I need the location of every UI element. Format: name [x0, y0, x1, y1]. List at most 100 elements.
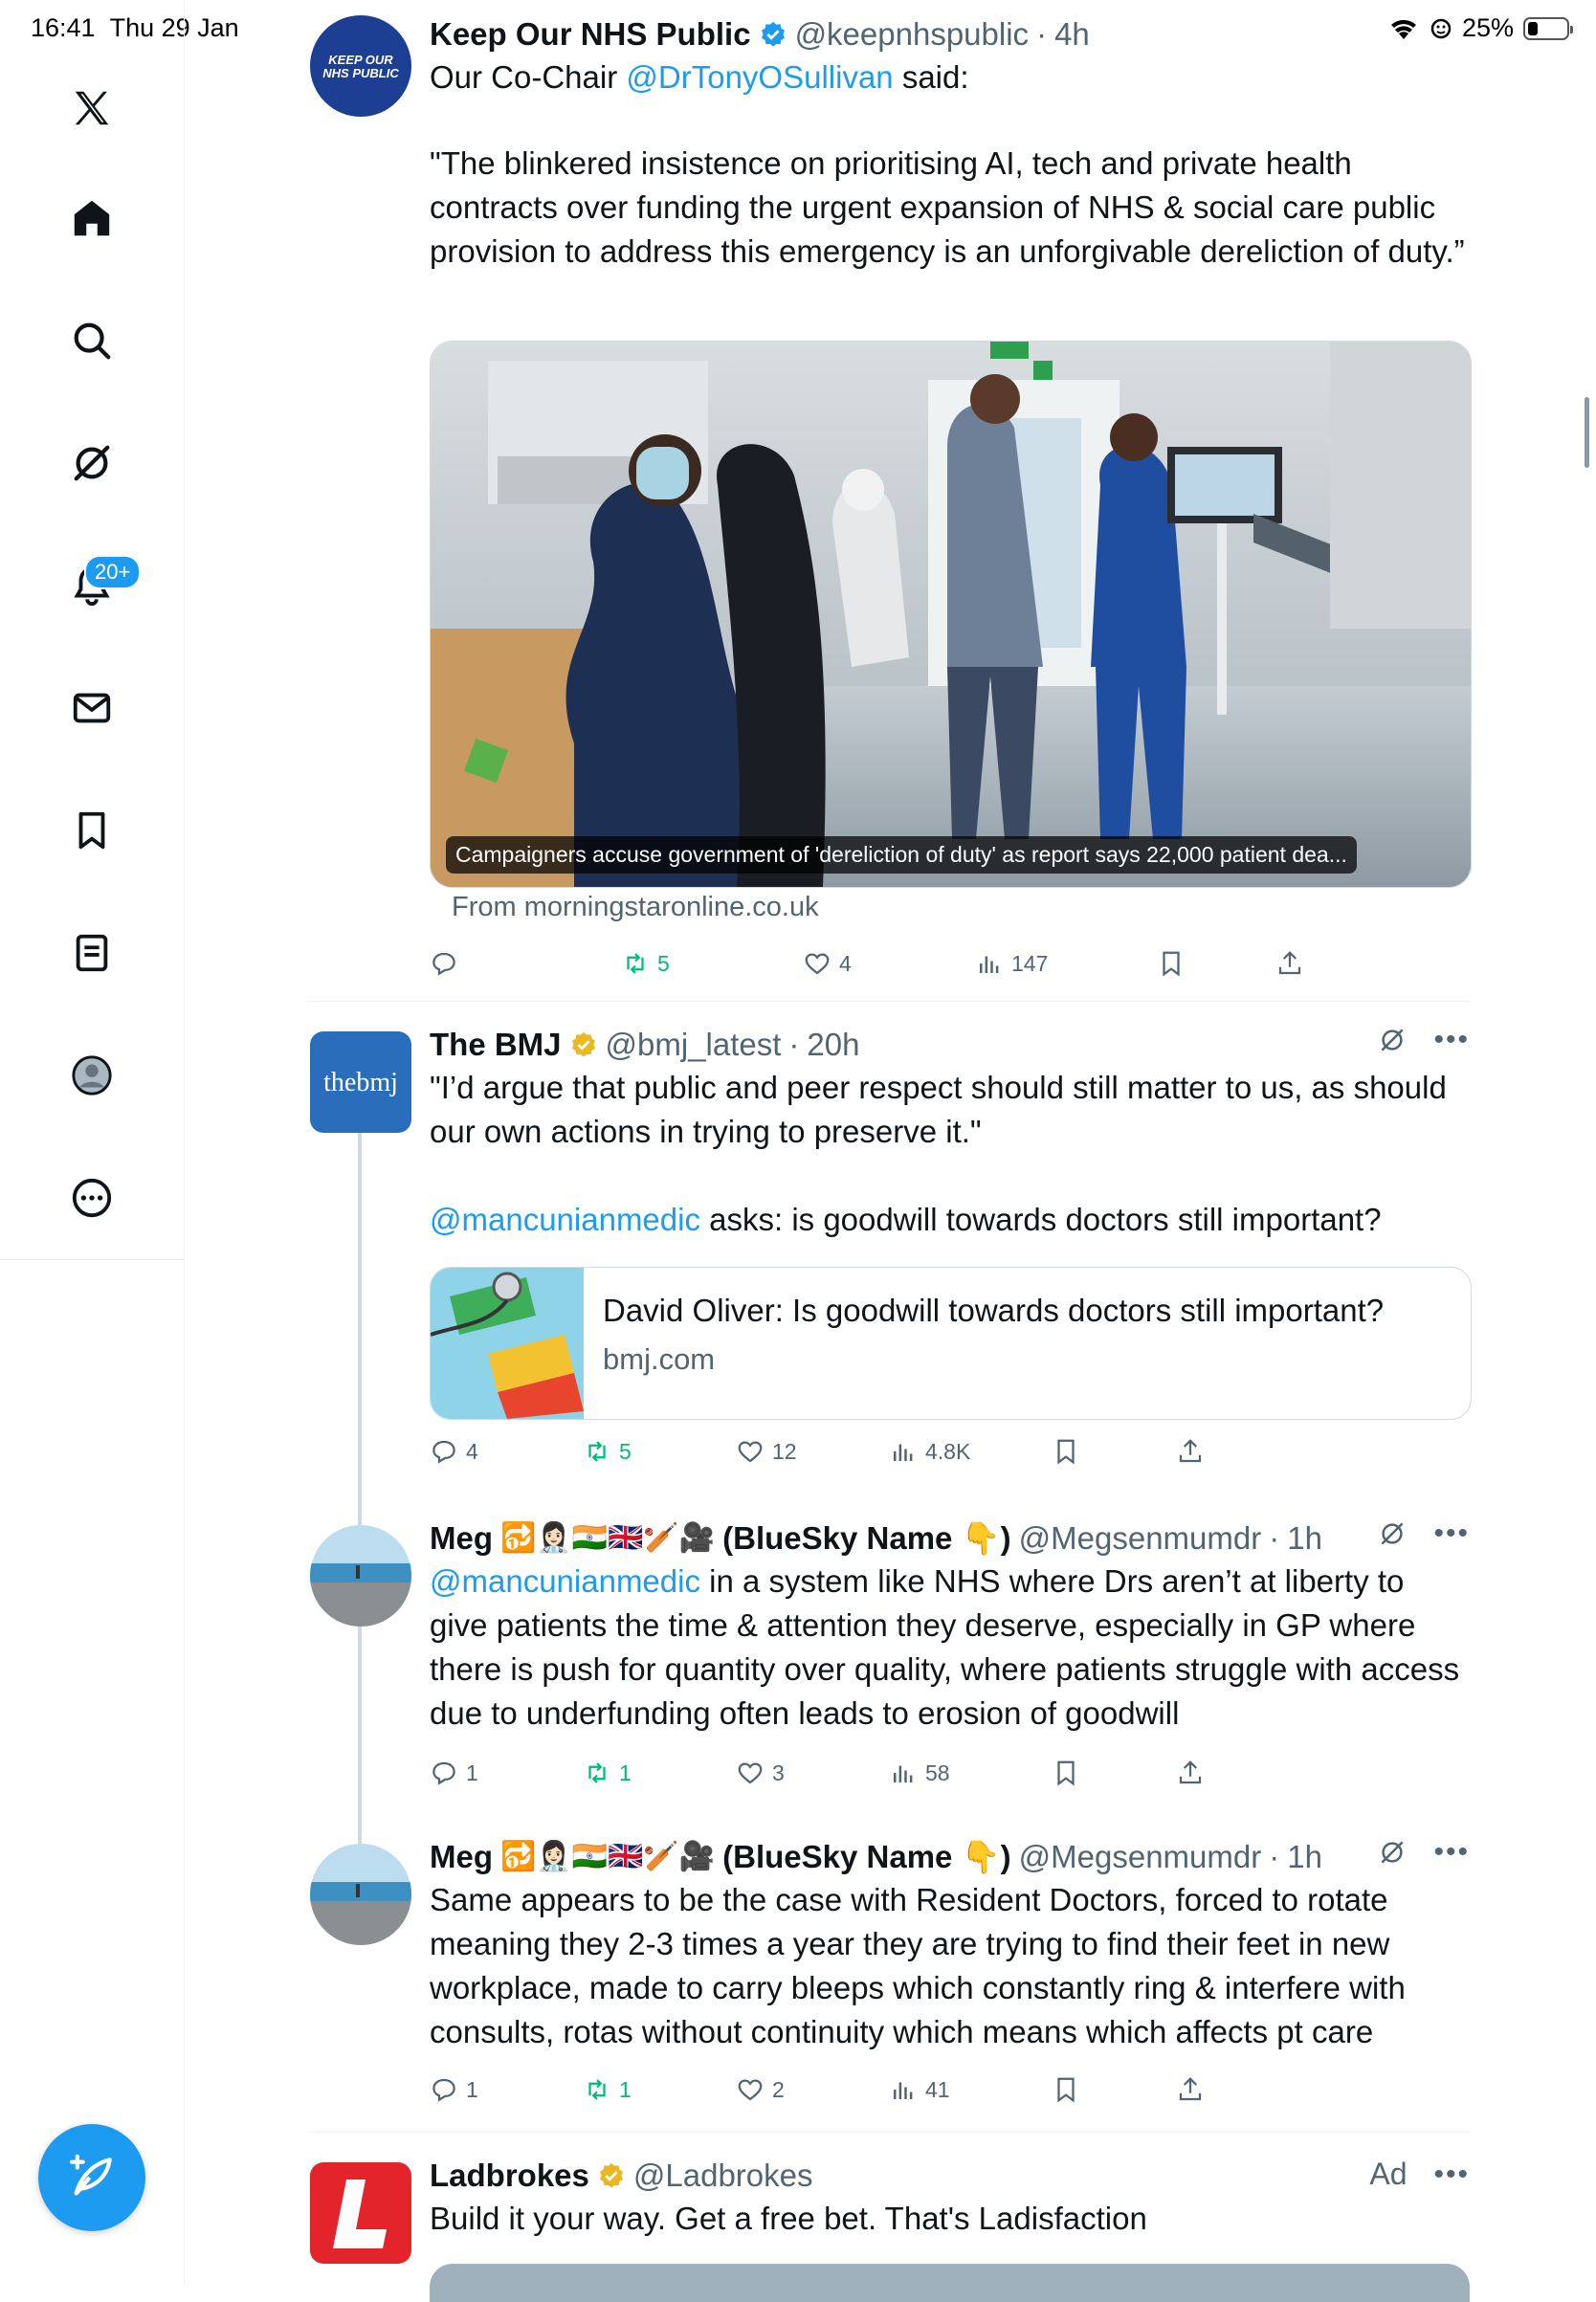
- like-button[interactable]: 12: [736, 1437, 797, 1466]
- share-icon: [1278, 951, 1301, 975]
- link-source[interactable]: From morningstaronline.co.uk: [452, 892, 819, 923]
- tweet-media-image[interactable]: Campaigners accuse government of 'dereli…: [430, 341, 1472, 888]
- media-caption: Campaigners accuse government of 'dereli…: [446, 836, 1357, 874]
- scrollbar-thumb[interactable]: [1585, 397, 1589, 468]
- avatar[interactable]: [310, 2162, 411, 2264]
- author-handle[interactable]: @Megsenmumdr: [1019, 1838, 1262, 1876]
- bookmarks-icon[interactable]: [55, 794, 128, 867]
- tweet-header: Keep Our NHS Public @keepnhspublic · 4h: [430, 15, 1090, 54]
- reply-button[interactable]: 1: [430, 2075, 478, 2104]
- share-button[interactable]: [1275, 949, 1304, 978]
- like-button[interactable]: 2: [736, 2075, 785, 2104]
- lists-icon[interactable]: [55, 917, 128, 989]
- author-name[interactable]: Meg: [430, 1519, 493, 1558]
- more-options-icon[interactable]: •••: [1433, 1026, 1470, 1054]
- mention-link[interactable]: @mancunianmedic: [430, 1202, 700, 1237]
- grok-icon[interactable]: [1378, 1519, 1407, 1548]
- tweet-time[interactable]: 1h: [1287, 1838, 1322, 1876]
- home-icon[interactable]: [55, 182, 128, 255]
- share-button[interactable]: [1176, 1437, 1205, 1466]
- tweet-keepnhspublic[interactable]: KEEP OUR NHS PUBLIC Keep Our NHS Public …: [308, 15, 1472, 1001]
- author-handle[interactable]: @keepnhspublic: [795, 15, 1030, 54]
- repost-button[interactable]: 1: [583, 2075, 632, 2104]
- author-handle[interactable]: @Ladbrokes: [633, 2157, 813, 2195]
- grok-icon[interactable]: [1378, 1838, 1407, 1867]
- views-button[interactable]: 58: [889, 1759, 950, 1787]
- bookmark-button[interactable]: [1052, 2075, 1080, 2104]
- share-button[interactable]: [1176, 2075, 1205, 2104]
- views-icon: [894, 2082, 913, 2099]
- compose-feather-icon: [69, 2154, 112, 2196]
- repost-button[interactable]: 5: [583, 1437, 632, 1466]
- tweet-time[interactable]: 20h: [807, 1026, 859, 1064]
- share-icon: [1179, 1760, 1202, 1784]
- repost-button[interactable]: 1: [583, 1759, 632, 1787]
- author-name-suffix: (BlueSky Name 👇): [722, 1520, 1011, 1556]
- author-name[interactable]: The BMJ: [430, 1026, 562, 1064]
- compose-button[interactable]: [38, 2124, 145, 2231]
- verified-gold-icon: [571, 1031, 595, 1057]
- avatar[interactable]: [310, 1525, 411, 1627]
- like-button[interactable]: 3: [736, 1759, 785, 1787]
- reply-button[interactable]: [430, 949, 466, 978]
- tweet-header: Meg 🔂👩🏻‍⚕️🇮🇳🇬🇧🏏🎥 (BlueSky Name 👇) @Megse…: [430, 1838, 1322, 1876]
- avatar[interactable]: [310, 1844, 411, 1945]
- notifications-badge: 20+: [84, 555, 142, 589]
- views-button[interactable]: 4.8K: [889, 1437, 970, 1466]
- avatar-label: thebmj: [323, 1068, 398, 1097]
- author-name[interactable]: Meg: [430, 1838, 493, 1876]
- mention-link[interactable]: @mancunianmedic: [430, 1563, 700, 1599]
- tweet-actions: 1 1 3 58: [430, 1759, 1348, 1797]
- tweet-text: Our Co-Chair @DrTonyOSullivan said:: [430, 59, 969, 95]
- avatar[interactable]: thebmj: [310, 1031, 411, 1133]
- more-options-icon[interactable]: •••: [1433, 1838, 1470, 1867]
- tweet-actions: 1 1 2 41: [430, 2075, 1348, 2114]
- more-options-icon[interactable]: •••: [1433, 2159, 1470, 2189]
- tweet-time[interactable]: 1h: [1287, 1519, 1322, 1558]
- tweet-quote-text: "The blinkered insistence on prioritisin…: [430, 145, 1465, 269]
- grok-icon[interactable]: [1378, 1026, 1407, 1054]
- author-name[interactable]: Ladbrokes: [430, 2157, 589, 2195]
- heart-icon: [805, 953, 830, 975]
- tweet-bmj[interactable]: thebmj The BMJ @bmj_latest · 20h ••• "I’…: [308, 1026, 1472, 1485]
- mention-link[interactable]: @DrTonyOSullivan: [626, 59, 893, 95]
- author-handle[interactable]: @Megsenmumdr: [1019, 1519, 1262, 1558]
- bookmark-button[interactable]: [1052, 1759, 1080, 1787]
- heart-icon: [738, 1441, 763, 1463]
- tweet-text: Build it your way. Get a free bet. That'…: [430, 2201, 1147, 2236]
- share-button[interactable]: [1176, 1759, 1205, 1787]
- search-icon[interactable]: [55, 304, 128, 377]
- reply-icon: [432, 2078, 455, 2102]
- bookmark-icon: [1057, 1439, 1075, 1465]
- tweet-meg-reply-1[interactable]: Meg 🔂👩🏻‍⚕️🇮🇳🇬🇧🏏🎥 (BlueSky Name 👇) @Megse…: [308, 1519, 1470, 1806]
- more-options-icon[interactable]: •••: [1433, 1519, 1470, 1548]
- hospital-ward-photo: [431, 342, 1471, 887]
- profile-icon[interactable]: [55, 1039, 128, 1112]
- tweet-meg-reply-2[interactable]: Meg 🔂👩🏻‍⚕️🇮🇳🇬🇧🏏🎥 (BlueSky Name 👇) @Megse…: [308, 1838, 1470, 2115]
- messages-icon[interactable]: [55, 672, 128, 744]
- views-button[interactable]: 147: [975, 949, 1048, 978]
- tweet-header: The BMJ @bmj_latest · 20h: [430, 1026, 860, 1064]
- author-handle[interactable]: @bmj_latest: [606, 1026, 782, 1064]
- ad-media-preview[interactable]: [430, 2264, 1470, 2302]
- reply-button[interactable]: 4: [430, 1437, 478, 1466]
- more-icon[interactable]: [55, 1162, 128, 1234]
- repost-button[interactable]: 5: [621, 949, 670, 978]
- avatar[interactable]: KEEP OUR NHS PUBLIC: [310, 15, 411, 117]
- reply-button[interactable]: 1: [430, 1759, 478, 1787]
- views-button[interactable]: 41: [889, 2075, 950, 2104]
- beach-avatar-photo: [310, 1844, 411, 1945]
- tweet-time[interactable]: 4h: [1054, 15, 1090, 54]
- bookmark-button[interactable]: [1052, 1437, 1080, 1466]
- tweet-text: Same appears to be the case with Residen…: [430, 1882, 1414, 2049]
- tweet-actions: 5 4 147: [430, 949, 1348, 987]
- link-preview-card[interactable]: David Oliver: Is goodwill towards doctor…: [430, 1267, 1472, 1420]
- heart-icon: [738, 2079, 763, 2101]
- x-logo-icon[interactable]: [55, 72, 128, 144]
- bookmark-button[interactable]: [1157, 949, 1186, 978]
- author-name[interactable]: Keep Our NHS Public: [430, 15, 751, 54]
- tweet-ladbrokes-ad[interactable]: Ladbrokes @Ladbrokes Ad ••• Build it you…: [308, 2157, 1470, 2302]
- like-button[interactable]: 4: [803, 949, 852, 978]
- grok-icon[interactable]: [55, 427, 128, 499]
- tweet-menu: •••: [1378, 1838, 1470, 1867]
